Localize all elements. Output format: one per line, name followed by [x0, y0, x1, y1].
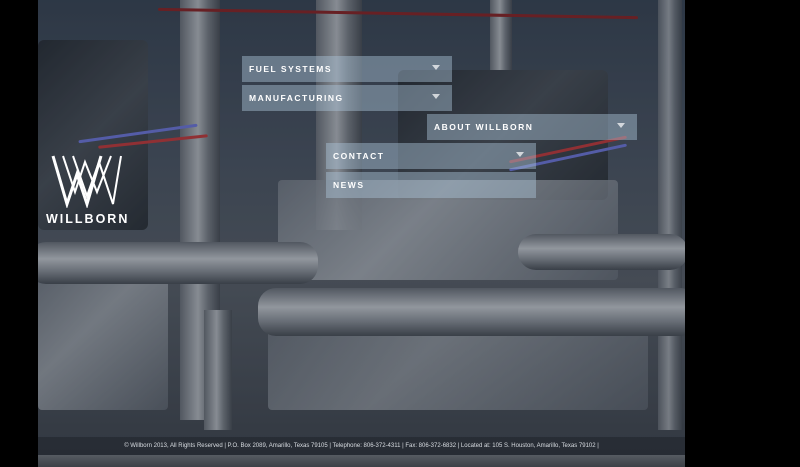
w-logo-icon — [51, 155, 122, 208]
willborn-logo[interactable]: WILLBORN — [46, 152, 128, 226]
nav-news-label: NEWS — [333, 180, 365, 190]
chevron-down-icon — [617, 123, 625, 128]
nav-contact-label: CONTACT — [333, 151, 385, 161]
chevron-down-icon — [432, 65, 440, 70]
footer: © Willborn 2013, All Rights Reserved | P… — [38, 437, 685, 455]
brand-name: WILLBORN — [46, 212, 130, 226]
nav-fuel-systems-label: FUEL SYSTEMS — [249, 64, 333, 74]
chevron-down-icon — [432, 94, 440, 99]
chevron-down-icon — [516, 152, 524, 157]
nav-manufacturing[interactable]: MANUFACTURING — [242, 85, 452, 111]
footer-bar — [38, 455, 685, 467]
nav-news[interactable]: NEWS — [326, 172, 536, 198]
nav-about-willborn[interactable]: ABOUT WILLBORN — [427, 114, 637, 140]
nav-contact[interactable]: CONTACT — [326, 143, 536, 169]
nav-fuel-systems[interactable]: FUEL SYSTEMS — [242, 56, 452, 82]
nav-about-willborn-label: ABOUT WILLBORN — [434, 122, 534, 132]
nav-manufacturing-label: MANUFACTURING — [249, 93, 344, 103]
footer-text: © Willborn 2013, All Rights Reserved | P… — [124, 443, 599, 449]
